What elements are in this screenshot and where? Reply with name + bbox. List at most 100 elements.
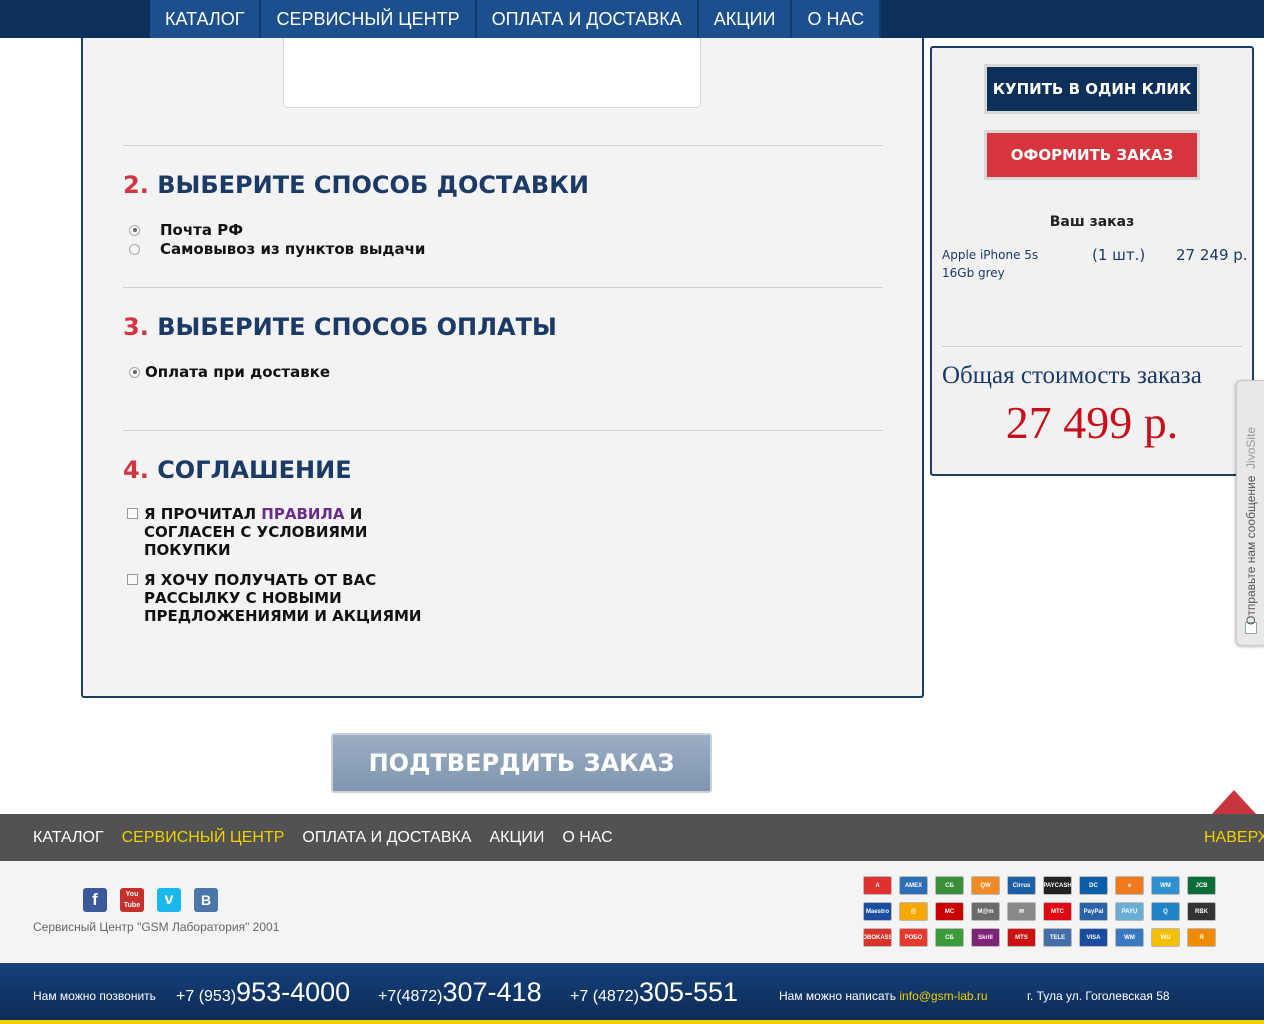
phone-2-number: 307-418	[442, 977, 542, 1007]
top-nav-payment-delivery[interactable]: ОПЛАТА И ДОСТАВКА	[476, 0, 699, 38]
confirm-order-button[interactable]: ПОДТВЕРДИТЬ ЗАКАЗ	[331, 733, 712, 793]
payment-method-icon: MC	[935, 902, 964, 921]
delivery-option-pickup[interactable]: Самовывоз из пунктов выдачи	[129, 240, 425, 258]
jivosite-text: Отправьте нам сообщение JivoSite	[1244, 427, 1258, 625]
newsletter-text: Я ХОЧУ ПОЛУЧАТЬ ОТ ВАС РАССЫЛКУ С НОВЫМИ…	[144, 571, 422, 625]
top-nav: КАТАЛОГ СЕРВИСНЫЙ ЦЕНТР ОПЛАТА И ДОСТАВК…	[150, 0, 882, 38]
delivery-option-post[interactable]: Почта РФ	[129, 221, 243, 239]
payment-method-icon: MTS	[1007, 928, 1036, 947]
payment-method-icon: WM	[1151, 876, 1180, 895]
agreement-section-number: 4.	[123, 456, 149, 484]
payment-method-icon: Q	[1151, 902, 1180, 921]
payment-cod-radio[interactable]	[129, 366, 140, 378]
scroll-top-link[interactable]: НАВЕРХ	[1204, 829, 1264, 847]
order-divider	[942, 346, 1242, 347]
footer-nav-promotions[interactable]: АКЦИИ	[489, 829, 544, 847]
payment-methods-grid: А AMEX СБ QW Cirrus PAYCASH DC e WM JCB Maestro @ MC…	[863, 876, 1216, 947]
phone-3-code: +7 (4872)	[570, 988, 639, 1005]
payment-method-icon: PAYU	[1115, 902, 1144, 921]
section-divider	[123, 145, 883, 146]
delivery-section-label: ВЫБЕРИТЕ СПОСОБ ДОСТАВКИ	[157, 171, 589, 199]
payment-method-icon: WU	[1151, 928, 1180, 947]
order-heading: Ваш заказ	[1049, 214, 1135, 230]
phone-2-code: +7(4872)	[378, 988, 443, 1005]
vimeo-icon[interactable]: v	[157, 888, 181, 912]
email-link[interactable]: info@gsm-lab.ru	[899, 989, 987, 1003]
jivosite-brand: JivoSite	[1244, 426, 1258, 469]
footer-nav-about[interactable]: О НАС	[562, 829, 612, 847]
write-label-text: Нам можно написать	[779, 989, 897, 1003]
vk-icon[interactable]: B	[194, 888, 218, 912]
buy-one-click-button[interactable]: КУПИТЬ В ОДИН КЛИК	[984, 64, 1200, 114]
payment-method-icon: СБ	[935, 876, 964, 895]
payment-method-icon: TELE	[1043, 928, 1072, 947]
payment-method-icon: Maestro	[863, 902, 892, 921]
payment-method-icon: Skrill	[971, 928, 1000, 947]
agreement-rules-checkbox[interactable]	[127, 508, 138, 519]
section-divider	[123, 430, 883, 431]
payment-method-icon: ROBOKASSA	[863, 928, 892, 947]
top-nav-about[interactable]: О НАС	[792, 0, 882, 38]
page-root: КАТАЛОГ СЕРВИСНЫЙ ЦЕНТР ОПЛАТА И ДОСТАВК…	[0, 0, 1264, 1024]
newsletter-row[interactable]: Я ХОЧУ ПОЛУЧАТЬ ОТ ВАС РАССЫЛКУ С НОВЫМИ…	[127, 571, 457, 625]
payment-method-icon: AMEX	[899, 876, 928, 895]
agreement-section-label: СОГЛАШЕНИЕ	[157, 456, 352, 484]
payment-method-icon: M@m	[971, 902, 1000, 921]
payment-method-icon: e	[1115, 876, 1144, 895]
payment-cod-label: Оплата при доставке	[145, 363, 331, 381]
section-divider	[123, 287, 883, 288]
agreement-rules-row[interactable]: Я ПРОЧИТАЛ ПРАВИЛА И СОГЛАСЕН С УСЛОВИЯМ…	[127, 505, 457, 559]
phone-3[interactable]: +7 (4872)305-551	[570, 977, 738, 1008]
top-nav-catalog[interactable]: КАТАЛОГ	[150, 0, 262, 38]
phone-1-code: +7 (953)	[176, 988, 237, 1005]
order-total-value: 27 499 р.	[1005, 397, 1179, 448]
footer-nav-payment-delivery[interactable]: ОПЛАТА И ДОСТАВКА	[302, 829, 471, 847]
order-total-label: Общая стоимость заказа	[942, 362, 1202, 389]
agreement-section-title: 4. СОГЛАШЕНИЕ	[123, 456, 352, 484]
checkout-button[interactable]: ОФОРМИТЬ ЗАКАЗ	[984, 130, 1200, 180]
agreement-rules-text: Я ПРОЧИТАЛ ПРАВИЛА И СОГЛАСЕН С УСЛОВИЯМ…	[144, 505, 457, 559]
payment-method-icon: QW	[971, 876, 1000, 895]
phone-1[interactable]: +7 (953)953-4000	[176, 977, 350, 1008]
jivosite-message: Отправьте нам сообщение	[1244, 475, 1258, 625]
address-text: г. Тула ул. Гоголевская 58	[1027, 989, 1170, 1003]
top-nav-service-center[interactable]: СЕРВИСНЫЙ ЦЕНТР	[261, 0, 477, 38]
payment-section-label: ВЫБЕРИТЕ СПОСОБ ОПЛАТЫ	[157, 313, 557, 341]
payment-option-cod[interactable]: Оплата при доставке	[129, 363, 330, 381]
copyright-text: Сервисный Центр "GSM Лаборатория" 2001	[33, 920, 280, 934]
footer-nav-catalog[interactable]: КАТАЛОГ	[33, 829, 104, 847]
top-nav-promotions[interactable]: АКЦИИ	[698, 0, 793, 38]
payment-method-icon: Cirrus	[1007, 876, 1036, 895]
payment-method-icon: WM	[1115, 928, 1144, 947]
call-label: Нам можно позвонить	[33, 989, 156, 1003]
payment-method-icon: СБ	[935, 928, 964, 947]
payment-method-icon: ✉	[1007, 902, 1036, 921]
payment-method-icon: РОБО	[899, 928, 928, 947]
agreement-rules-prefix: Я ПРОЧИТАЛ	[144, 505, 262, 523]
youtube-icon[interactable]: You Tube	[120, 888, 144, 912]
jivosite-chat-tab[interactable]: Отправьте нам сообщение JivoSite	[1236, 380, 1264, 646]
payment-method-icon: PayPal	[1079, 902, 1108, 921]
payment-method-icon: А	[863, 876, 892, 895]
delivery-post-label: Почта РФ	[160, 221, 244, 239]
facebook-icon[interactable]: f	[83, 888, 107, 912]
footer-nav: КАТАЛОГ СЕРВИСНЫЙ ЦЕНТР ОПЛАТА И ДОСТАВК…	[0, 814, 1264, 861]
order-item-qty: (1 шт.)	[1092, 246, 1146, 264]
payment-method-icon: RBK	[1187, 902, 1216, 921]
order-summary: КУПИТЬ В ОДИН КЛИК ОФОРМИТЬ ЗАКАЗ Ваш за…	[930, 46, 1254, 476]
payment-method-icon: PAYCASH	[1043, 876, 1072, 895]
delivery-post-radio[interactable]	[129, 224, 140, 236]
delivery-pickup-radio[interactable]	[129, 243, 140, 255]
rules-link[interactable]: ПРАВИЛА	[261, 505, 344, 523]
scroll-top-arrow-icon[interactable]	[1212, 790, 1256, 814]
footer-nav-service-center[interactable]: СЕРВИСНЫЙ ЦЕНТР	[122, 829, 285, 847]
delivery-section-title: 2. ВЫБЕРИТЕ СПОСОБ ДОСТАВКИ	[123, 171, 589, 199]
payment-section-title: 3. ВЫБЕРИТЕ СПОСОБ ОПЛАТЫ	[123, 313, 557, 341]
phone-3-number: 305-551	[638, 977, 739, 1007]
payment-method-icon: DC	[1079, 876, 1108, 895]
comment-textarea[interactable]	[283, 38, 701, 108]
newsletter-checkbox[interactable]	[127, 574, 138, 585]
payment-method-icon: Я	[1187, 928, 1216, 947]
contact-bar: Нам можно позвонить +7 (953)953-4000 +7(…	[0, 963, 1264, 1024]
phone-2[interactable]: +7(4872)307-418	[378, 977, 542, 1008]
